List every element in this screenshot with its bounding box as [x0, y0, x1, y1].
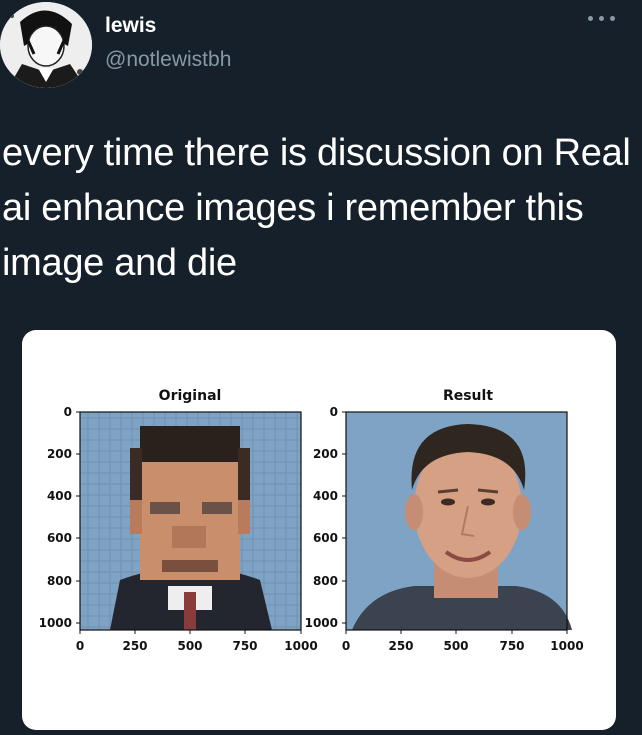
result-x-tick: 250 [388, 639, 413, 653]
original-y-tick: 600 [47, 531, 72, 545]
tweet-media-image[interactable]: Original Result 0 250 500 750 1000 0 200… [22, 330, 616, 730]
original-x-tick: 750 [232, 639, 257, 653]
more-horizontal-icon[interactable] [585, 12, 625, 26]
original-y-tick: 800 [47, 574, 72, 588]
result-x-tick: 0 [342, 639, 350, 653]
result-panel-title: Result [443, 388, 493, 404]
result-x-tick: 500 [443, 639, 468, 653]
original-y-tick: 0 [64, 405, 72, 419]
original-y-tick: 1000 [39, 616, 72, 630]
result-y-tick: 400 [313, 489, 338, 503]
avatar-image [0, 2, 92, 88]
user-name[interactable]: lewis [105, 14, 156, 38]
original-panel: Original [79, 388, 302, 631]
original-x-tick: 1000 [284, 639, 317, 653]
result-x-tick: 750 [499, 639, 524, 653]
original-x-tick: 0 [76, 639, 84, 653]
avatar[interactable] [0, 2, 92, 88]
result-y-tick: 0 [330, 405, 338, 419]
result-y-tick: 200 [313, 447, 338, 461]
original-face-photo [110, 426, 272, 630]
result-y-tick: 600 [313, 531, 338, 545]
original-y-tick: 400 [47, 489, 72, 503]
original-y-tick: 200 [47, 447, 72, 461]
original-x-tick: 500 [177, 639, 202, 653]
comparison-figure: Original Result 0 250 500 750 1000 0 200… [39, 388, 584, 653]
result-y-axis [342, 411, 346, 624]
user-handle[interactable]: @notlewistbh [105, 48, 231, 72]
result-panel: Result [345, 388, 572, 631]
tweet-text: every time there is discussion on Real a… [2, 132, 631, 284]
original-x-tick: 250 [122, 639, 147, 653]
result-y-tick: 1000 [305, 616, 338, 630]
result-y-tick: 800 [313, 574, 338, 588]
result-x-tick: 1000 [550, 639, 583, 653]
original-panel-title: Original [159, 388, 222, 404]
